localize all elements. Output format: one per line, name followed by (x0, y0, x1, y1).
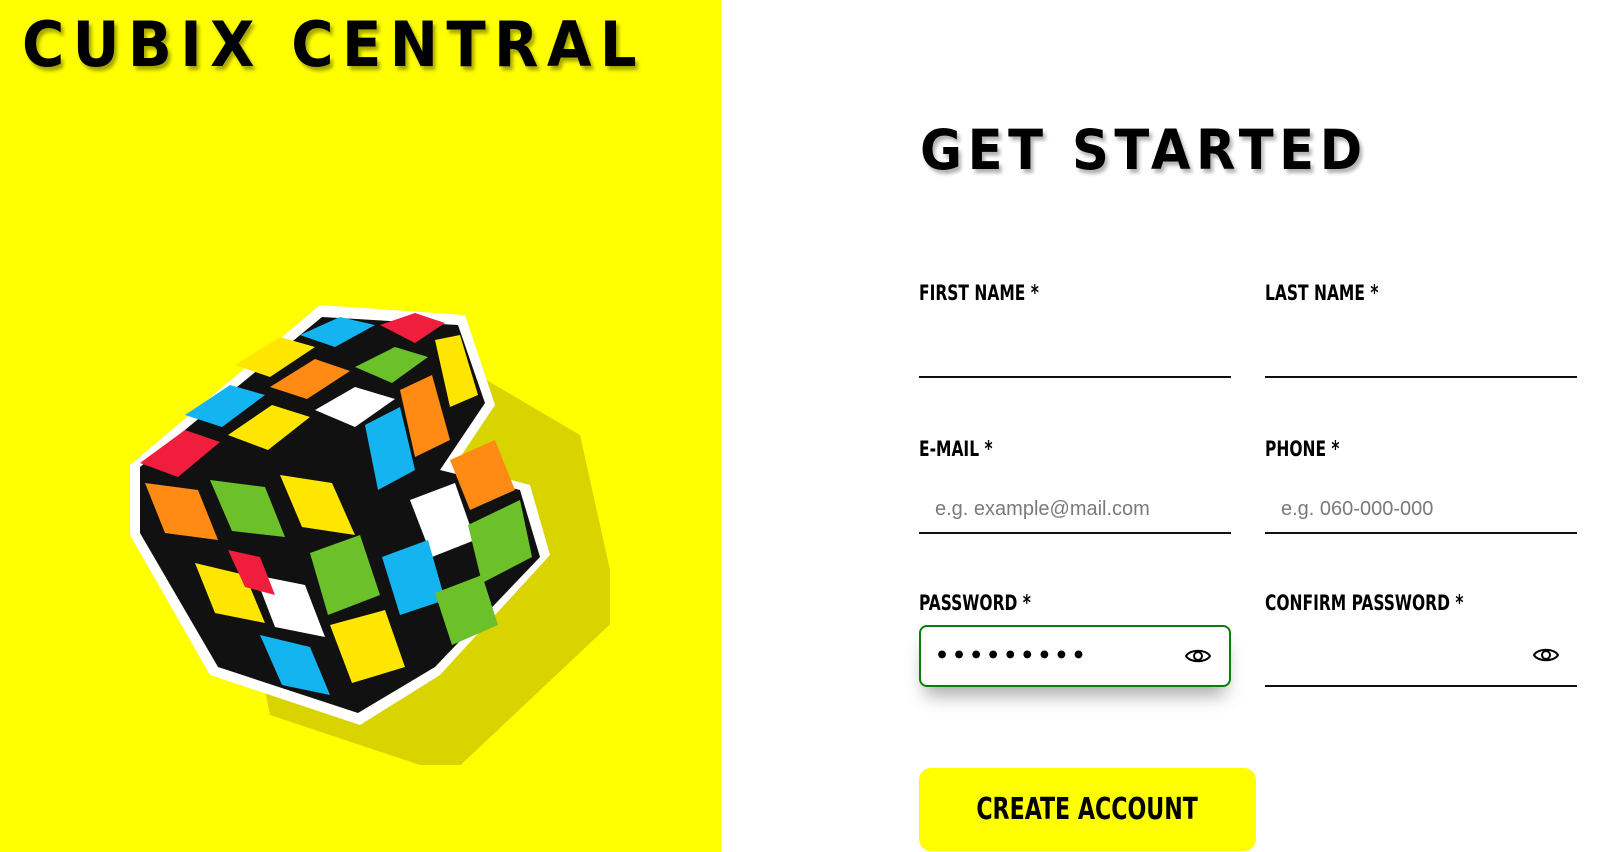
last-name-box (1265, 330, 1577, 378)
password-field: PASSWORD * ••••••••• (919, 590, 1231, 687)
last-name-input[interactable] (1265, 330, 1577, 376)
phone-label: PHONE * (1265, 437, 1340, 461)
last-name-label: LAST NAME * (1265, 281, 1379, 305)
phone-field: PHONE * (1265, 436, 1577, 534)
confirm-password-input[interactable] (1265, 625, 1577, 687)
confirm-password-label: CONFIRM PASSWORD * (1265, 591, 1464, 615)
first-name-box (919, 330, 1231, 378)
email-box (919, 486, 1231, 534)
last-name-field: LAST NAME * (1265, 280, 1577, 378)
first-name-field: FIRST NAME * (919, 280, 1231, 378)
confirm-password-field: CONFIRM PASSWORD * (1265, 590, 1577, 687)
create-account-button[interactable]: CREATE ACCOUNT (919, 768, 1256, 851)
email-label: E-MAIL * (919, 437, 993, 461)
phone-box (1265, 486, 1577, 534)
email-field: E-MAIL * (919, 436, 1231, 534)
password-masked-value: ••••••••• (935, 643, 1089, 669)
email-input[interactable] (919, 486, 1231, 532)
rubiks-cube-icon (130, 305, 610, 765)
first-name-label: FIRST NAME * (919, 281, 1039, 305)
password-label: PASSWORD * (919, 591, 1031, 615)
first-name-input[interactable] (919, 330, 1231, 376)
brand-title: CUBIX CENTRAL (22, 8, 645, 81)
password-input[interactable]: ••••••••• (919, 625, 1231, 687)
form-title: GET STARTED (920, 118, 1368, 182)
brand-panel: CUBIX CENTRAL (0, 0, 721, 852)
create-account-label: CREATE ACCOUNT (976, 792, 1199, 827)
eye-icon[interactable] (1533, 646, 1559, 664)
phone-input[interactable] (1265, 486, 1577, 532)
signup-page: CUBIX CENTRAL GET STARTED FIRST NAME * L… (0, 0, 1612, 852)
eye-icon[interactable] (1185, 647, 1211, 665)
